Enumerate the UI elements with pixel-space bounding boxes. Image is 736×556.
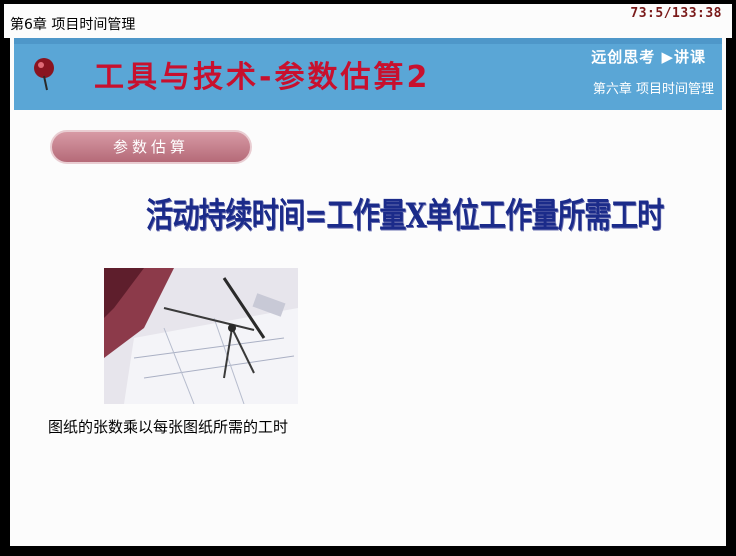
playback-timer: 73:5/133:38: [630, 6, 722, 21]
topic-tag-label: 参数估算: [112, 138, 189, 156]
topic-tag: 参数估算: [50, 130, 252, 164]
brand-logo: 远创思考 ▶讲课: [591, 48, 706, 66]
slide-header-banner: 工具与技术-参数估算2 远创思考 ▶讲课 第六章 项目时间管理: [14, 38, 722, 110]
formula-text: 活动持续时间=工作量X单位工作量所需工时: [146, 196, 664, 236]
chapter-label: 第6章 项目时间管理: [10, 17, 136, 33]
slide: 工具与技术-参数估算2 远创思考 ▶讲课 第六章 项目时间管理 参数估算 活动持…: [10, 38, 726, 546]
drafting-tools-photo: [104, 268, 298, 404]
presentation-window: 第6章 项目时间管理 73:5/133:38 工具与技术-参数估算2 远创思考 …: [0, 0, 736, 556]
chapter-bar: 第6章 项目时间管理 73:5/133:38: [4, 4, 732, 38]
right-border: [732, 0, 736, 556]
pushpin-icon: [34, 58, 54, 91]
photo-caption: 图纸的张数乘以每张图纸所需的工时: [48, 418, 289, 436]
drafting-tools-illustration: [104, 268, 298, 404]
slide-subtitle: 第六章 项目时间管理: [592, 82, 714, 97]
slide-title: 工具与技术-参数估算2: [94, 60, 431, 95]
banner-top-strip: [14, 38, 722, 44]
